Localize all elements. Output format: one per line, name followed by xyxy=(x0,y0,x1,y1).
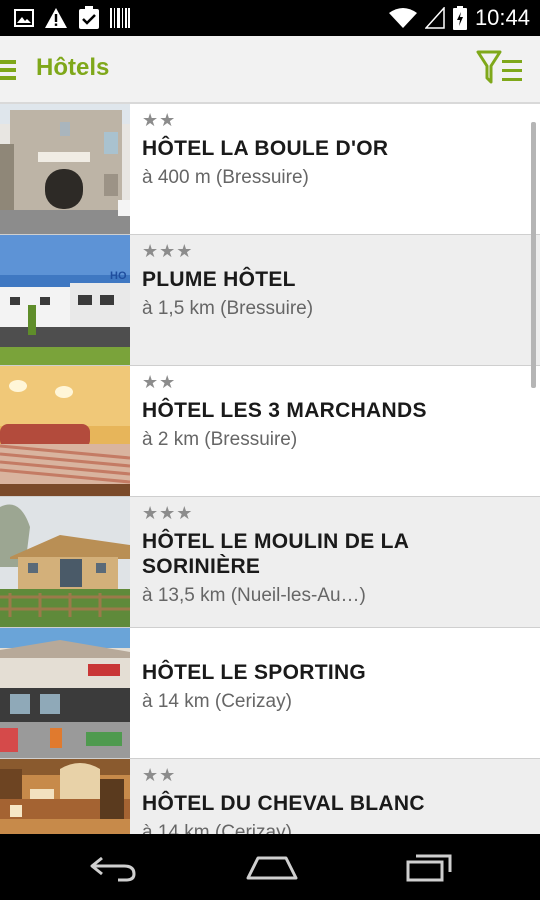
star-rating: ★★ xyxy=(142,765,177,786)
hotel-distance: à 2 km (Bressuire) xyxy=(142,429,298,450)
list-item[interactable]: HÔTEL LE SPORTING à 14 km (Cerizay) xyxy=(0,628,540,759)
star-rating: ★★★ xyxy=(142,241,194,262)
hotel-name: HÔTEL LE MOULIN DE LA SORINIÈRE xyxy=(142,530,409,578)
signal-icon xyxy=(424,7,445,29)
hotel-distance: à 14 km (Cerizay) xyxy=(142,822,292,834)
hotel-name: PLUME HÔTEL xyxy=(142,268,296,291)
hotel-photo xyxy=(0,104,130,234)
hotel-photo xyxy=(0,759,130,834)
star-rating: ★★ xyxy=(142,372,177,393)
list-item[interactable]: ★★ HÔTEL DU CHEVAL BLANC à 14 km (Ceriza… xyxy=(0,759,540,834)
battery-icon xyxy=(452,6,467,30)
page-title: Hôtels xyxy=(36,54,110,81)
star-rating xyxy=(142,634,520,656)
hotel-name: HÔTEL DU CHEVAL BLANC xyxy=(142,792,425,815)
hotel-list[interactable]: ★★ HÔTEL LA BOULE D'OR à 400 m (Bressuir… xyxy=(0,104,540,834)
list-item[interactable]: ★★ HÔTEL LA BOULE D'OR à 400 m (Bressuir… xyxy=(0,104,540,235)
image-icon xyxy=(14,9,34,27)
hotel-photo xyxy=(0,497,130,627)
hotel-name: HÔTEL LE SPORTING xyxy=(142,661,367,684)
hotel-distance: à 13,5 km (Nueil-les-Au…) xyxy=(142,585,366,606)
hotel-name: HÔTEL LA BOULE D'OR xyxy=(142,137,389,160)
hotel-photo xyxy=(0,366,130,496)
scrollbar[interactable] xyxy=(531,122,536,388)
hotel-distance: à 14 km (Cerizay) xyxy=(142,691,292,712)
star-rating: ★★ xyxy=(142,110,177,131)
clipboard-check-icon xyxy=(79,6,99,29)
hotel-distance: à 400 m (Bressuire) xyxy=(142,167,309,188)
wifi-icon xyxy=(388,8,417,28)
status-bar: 10:44 xyxy=(0,0,540,36)
back-icon[interactable] xyxy=(88,852,138,882)
app-bar: Hôtels xyxy=(0,36,540,104)
hamburger-icon[interactable] xyxy=(0,60,16,80)
hotel-photo xyxy=(0,628,130,758)
star-rating: ★★★ xyxy=(142,503,194,524)
list-item[interactable]: HO ★★★ PLUME HÔTEL à 1,5 km (Bressuire) xyxy=(0,235,540,366)
list-item[interactable]: ★★ HÔTEL LES 3 MARCHANDS à 2 km (Bressui… xyxy=(0,366,540,497)
hotel-distance: à 1,5 km (Bressuire) xyxy=(142,298,314,319)
barcode-icon xyxy=(110,8,130,28)
recent-apps-icon[interactable] xyxy=(404,852,454,882)
list-item[interactable]: ★★★ HÔTEL LE MOULIN DE LA SORINIÈRE à 13… xyxy=(0,497,540,628)
filter-list-icon[interactable] xyxy=(476,48,526,88)
svg-text:HO: HO xyxy=(110,270,127,282)
hotel-photo: HO xyxy=(0,235,130,365)
hotel-name: HÔTEL LES 3 MARCHANDS xyxy=(142,399,427,422)
status-time: 10:44 xyxy=(474,5,530,30)
navigation-bar xyxy=(0,834,540,900)
home-icon[interactable] xyxy=(244,852,300,882)
warning-icon xyxy=(45,8,67,28)
